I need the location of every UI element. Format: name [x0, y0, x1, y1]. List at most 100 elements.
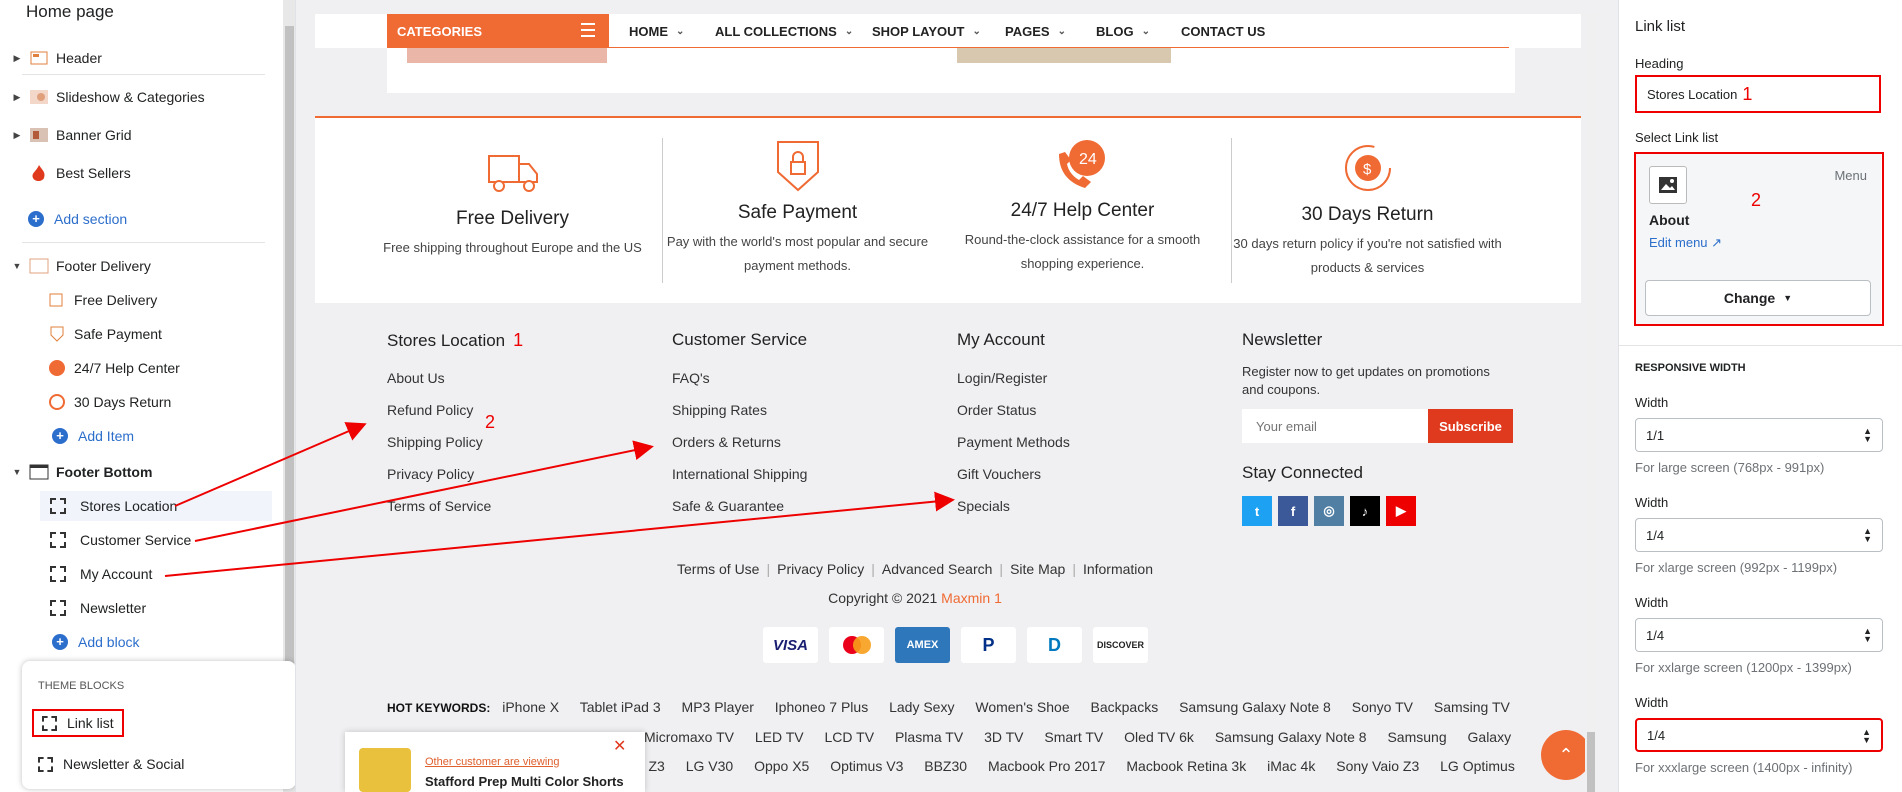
section-slideshow[interactable]: ▶ Slideshow & Categories — [0, 82, 270, 112]
hot-keyword[interactable]: Z3 — [648, 758, 664, 774]
block-safe-payment[interactable]: Safe Payment — [0, 319, 270, 349]
instagram-icon[interactable]: ◎ — [1314, 496, 1344, 526]
bottom-link[interactable]: Privacy Policy — [777, 561, 864, 577]
hot-keyword[interactable]: Sonyo TV — [1352, 699, 1413, 715]
footer-link[interactable]: International Shipping — [672, 466, 807, 482]
hot-keyword[interactable]: Samsing TV — [1434, 699, 1510, 715]
nav-shop-layout[interactable]: SHOP LAYOUT ⌄ — [872, 14, 981, 48]
twitter-icon[interactable]: t — [1242, 496, 1272, 526]
scrollbar-thumb[interactable] — [285, 26, 294, 666]
add-section-button[interactable]: + Add section — [0, 204, 270, 234]
footer-link[interactable]: About Us — [387, 370, 445, 386]
footer-link[interactable]: Login/Register — [957, 370, 1047, 386]
caret-down-icon[interactable]: ▼ — [10, 261, 24, 271]
preview-scrollbar[interactable] — [1585, 14, 1597, 792]
hot-keyword[interactable]: Women's Shoe — [975, 699, 1069, 715]
add-block-button[interactable]: + Add block — [0, 627, 270, 657]
footer-link[interactable]: Orders & Returns — [672, 434, 781, 450]
nav-contact-us[interactable]: CONTACT US — [1181, 14, 1265, 48]
hot-keyword[interactable]: Samsung — [1387, 729, 1446, 745]
nav-pages[interactable]: PAGES ⌄ — [1005, 14, 1066, 48]
nav-home[interactable]: HOME ⌄ — [629, 14, 684, 48]
caret-right-icon[interactable]: ▶ — [10, 53, 24, 64]
block-days-return[interactable]: 30 Days Return — [0, 387, 270, 417]
hot-keyword[interactable]: iMac 4k — [1267, 758, 1315, 774]
back-to-top-button[interactable]: ⌃ — [1541, 730, 1591, 780]
hot-keyword[interactable]: Sony Vaio Z3 — [1336, 758, 1419, 774]
nav-blog[interactable]: BLOG ⌄ — [1096, 14, 1150, 48]
section-footer-bottom[interactable]: ▼ Footer Bottom — [0, 457, 270, 487]
section-banner-grid[interactable]: ▶ Banner Grid — [0, 120, 270, 150]
footer-link[interactable]: Safe & Guarantee — [672, 498, 784, 514]
footer-link[interactable]: Privacy Policy — [387, 466, 474, 482]
width-select-xlarge[interactable]: 1/4 ▲ ▼ — [1635, 518, 1883, 552]
hot-keyword[interactable]: iPhone X — [502, 699, 559, 715]
popup-item-link-list[interactable]: Link list — [32, 709, 124, 737]
hot-keyword[interactable]: Micromaxo TV — [644, 729, 734, 745]
block-free-delivery[interactable]: Free Delivery — [0, 285, 270, 315]
caret-down-icon[interactable]: ▼ — [10, 467, 24, 477]
hot-keyword[interactable]: Iphoneo 7 Plus — [775, 699, 868, 715]
hot-keyword[interactable]: Tablet iPad 3 — [580, 699, 661, 715]
caret-right-icon[interactable]: ▶ — [10, 130, 24, 141]
youtube-icon[interactable]: ▶ — [1386, 496, 1416, 526]
brand-link[interactable]: Maxmin 1 — [941, 590, 1002, 606]
categories-button[interactable]: CATEGORIES — [387, 14, 609, 48]
block-my-account[interactable]: My Account — [0, 559, 270, 589]
nav-all-collections[interactable]: ALL COLLECTIONS ⌄ — [715, 14, 853, 48]
hot-keyword[interactable]: LED TV — [755, 729, 804, 745]
footer-link[interactable]: Shipping Rates — [672, 402, 767, 418]
width-select-large[interactable]: 1/1 ▲ ▼ — [1635, 418, 1883, 452]
heading-input[interactable]: Stores Location 1 — [1637, 77, 1878, 111]
hot-keyword[interactable]: LG Optimus — [1440, 758, 1515, 774]
footer-link[interactable]: Payment Methods — [957, 434, 1070, 450]
product-title[interactable]: Stafford Prep Multi Color Shorts — [425, 774, 624, 789]
bottom-link[interactable]: Information — [1083, 561, 1153, 577]
section-best-sellers[interactable]: Best Sellers — [0, 158, 270, 188]
bottom-link[interactable]: Advanced Search — [882, 561, 993, 577]
block-stores-location[interactable]: Stores Location — [40, 491, 272, 521]
hot-keyword[interactable]: Samsung Galaxy Note 8 — [1179, 699, 1331, 715]
caret-right-icon[interactable]: ▶ — [10, 92, 24, 103]
section-footer-delivery[interactable]: ▼ Footer Delivery — [0, 251, 270, 281]
close-icon[interactable]: ✕ — [613, 736, 626, 756]
facebook-icon[interactable]: f — [1278, 496, 1308, 526]
scrollbar-thumb[interactable] — [1587, 732, 1595, 792]
hot-keyword[interactable]: BBZ30 — [924, 758, 967, 774]
footer-link[interactable]: Refund Policy — [387, 402, 473, 418]
hot-keyword[interactable]: Oppo X5 — [754, 758, 809, 774]
hot-keyword[interactable]: LCD TV — [825, 729, 875, 745]
footer-link[interactable]: Terms of Service — [387, 498, 491, 514]
hot-keyword[interactable]: 3D TV — [984, 729, 1023, 745]
hot-keyword[interactable]: Optimus V3 — [830, 758, 903, 774]
add-item-button[interactable]: + Add Item — [0, 421, 270, 451]
hot-keyword[interactable]: Plasma TV — [895, 729, 963, 745]
hot-keyword[interactable]: LG V30 — [686, 758, 733, 774]
block-customer-service[interactable]: Customer Service — [0, 525, 270, 555]
footer-link[interactable]: Specials — [957, 498, 1010, 514]
hot-keyword[interactable]: Backpacks — [1091, 699, 1159, 715]
block-newsletter[interactable]: Newsletter — [0, 593, 270, 623]
footer-link[interactable]: Order Status — [957, 402, 1036, 418]
popup-item-newsletter-social[interactable]: Newsletter & Social — [38, 750, 184, 778]
hot-keyword[interactable]: Samsung Galaxy Note 8 — [1215, 729, 1367, 745]
newsletter-email-input[interactable] — [1242, 409, 1428, 443]
hot-keyword[interactable]: Macbook Retina 3k — [1126, 758, 1246, 774]
hot-keyword[interactable]: Lady Sexy — [889, 699, 954, 715]
hot-keyword[interactable]: MP3 Player — [682, 699, 754, 715]
width-select-xxlarge[interactable]: 1/4 ▲ ▼ — [1635, 618, 1883, 652]
footer-link[interactable]: FAQ's — [672, 370, 710, 386]
footer-link[interactable]: Shipping Policy — [387, 434, 483, 450]
subscribe-button[interactable]: Subscribe — [1428, 409, 1513, 443]
footer-link[interactable]: Gift Vouchers — [957, 466, 1041, 482]
hot-keyword[interactable]: Macbook Pro 2017 — [988, 758, 1106, 774]
block-help-center[interactable]: 24/7 Help Center — [0, 353, 270, 383]
hot-keyword[interactable]: Oled TV 6k — [1124, 729, 1194, 745]
width-select-xxxlarge[interactable]: 1/4 ▲ ▼ — [1635, 718, 1883, 752]
section-header[interactable]: ▶ Header — [0, 43, 270, 73]
bottom-link[interactable]: Site Map — [1010, 561, 1065, 577]
fire-icon — [28, 164, 50, 182]
bottom-link[interactable]: Terms of Use — [677, 561, 759, 577]
tiktok-icon[interactable]: ♪ — [1350, 496, 1380, 526]
hot-keyword[interactable]: Smart TV — [1044, 729, 1103, 745]
